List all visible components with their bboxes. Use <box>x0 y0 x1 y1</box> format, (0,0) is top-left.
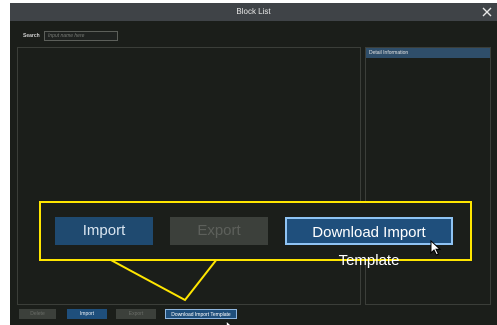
zoom-download-import-template-button: Download Import Template <box>285 217 453 269</box>
bottom-toolbar: Delete Import Export Download Import Tem… <box>10 306 497 325</box>
window-title: Block List <box>236 7 271 16</box>
close-icon[interactable] <box>481 6 493 18</box>
delete-button[interactable]: Delete <box>19 309 56 319</box>
export-button[interactable]: Export <box>116 309 156 319</box>
mouse-cursor-icon <box>226 316 232 325</box>
zoom-callout-box: Import Export Download Import Template <box>39 201 472 269</box>
block-list-window: Block List Search Detail Information Del… <box>10 3 497 325</box>
block-list-panel[interactable] <box>17 47 361 305</box>
search-label: Search <box>23 33 40 39</box>
zoom-mouse-cursor-icon <box>430 239 442 261</box>
zoom-import-button: Import <box>55 217 153 245</box>
search-input[interactable] <box>44 31 118 41</box>
import-button[interactable]: Import <box>67 309 107 319</box>
zoom-export-button: Export <box>170 217 268 245</box>
detail-information-header: Detail Information <box>366 48 490 58</box>
title-bar: Block List <box>10 3 497 21</box>
